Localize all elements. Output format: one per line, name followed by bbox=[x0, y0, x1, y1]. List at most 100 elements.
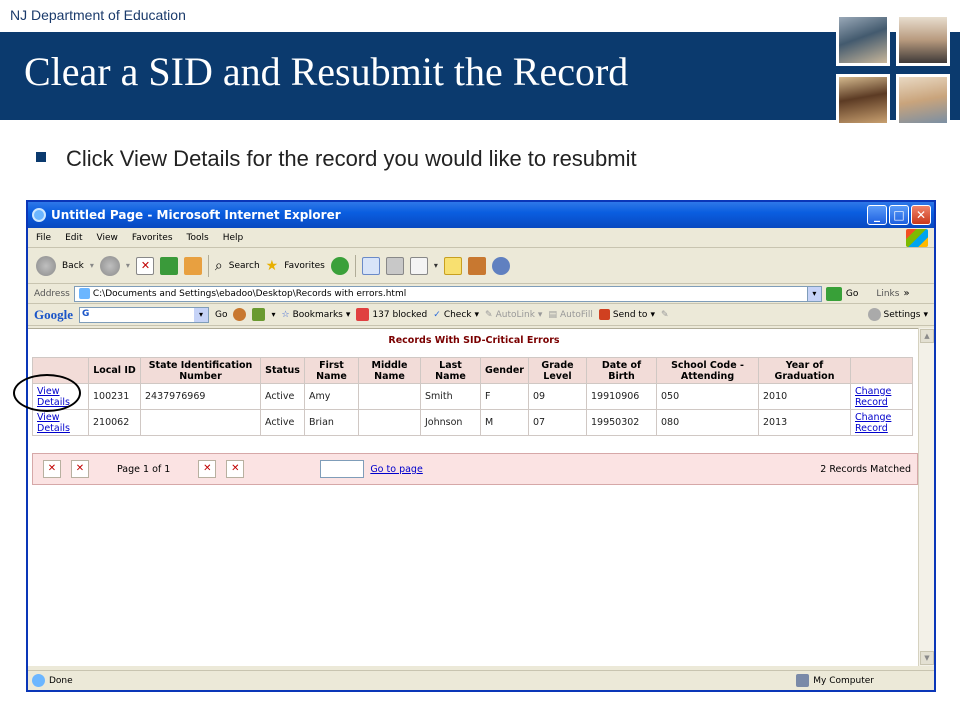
edit-dropdown-icon[interactable]: ▾ bbox=[434, 261, 438, 270]
col-header-last-name: Last Name bbox=[420, 357, 481, 384]
research-icon[interactable] bbox=[467, 256, 486, 275]
page-number-input[interactable] bbox=[320, 460, 365, 478]
scroll-up-icon[interactable]: ▲ bbox=[920, 329, 934, 343]
instruction-bullet: Click View Details for the record you wo… bbox=[36, 146, 637, 172]
highlight-icon[interactable]: ✎ bbox=[661, 310, 669, 320]
status-text: Done bbox=[49, 675, 73, 686]
photo-people-3 bbox=[836, 74, 890, 126]
minimize-button[interactable]: _ bbox=[867, 205, 887, 225]
scroll-down-icon[interactable]: ▼ bbox=[920, 651, 934, 665]
menu-edit[interactable]: Edit bbox=[65, 233, 82, 243]
back-button-label[interactable]: Back bbox=[62, 261, 84, 271]
table-header-row: Local ID State Identification Number Sta… bbox=[32, 357, 913, 384]
go-arrow-icon[interactable] bbox=[825, 286, 842, 301]
cell-gender: M bbox=[480, 409, 529, 436]
grid-title: Records With SID-Critical Errors bbox=[388, 335, 560, 346]
autolink-button[interactable]: ✎ AutoLink ▾ bbox=[485, 310, 542, 320]
vertical-scrollbar[interactable]: ▲ ▼ bbox=[918, 328, 934, 666]
links-label[interactable]: Links bbox=[876, 289, 899, 299]
news-icon[interactable] bbox=[252, 308, 266, 321]
status-bar: Done My Computer bbox=[28, 670, 934, 690]
prev-page-icon[interactable]: ✕ bbox=[71, 460, 89, 478]
change-record-label[interactable]: Change Record bbox=[855, 386, 891, 408]
settings-label: Settings bbox=[883, 309, 921, 320]
back-arrow-icon[interactable] bbox=[36, 255, 56, 276]
forward-dropdown-icon[interactable]: ▾ bbox=[126, 261, 130, 270]
change-record-label[interactable]: Change Record bbox=[855, 412, 891, 434]
discuss-icon[interactable] bbox=[443, 256, 462, 275]
send-to-label: Send to bbox=[612, 309, 648, 320]
menu-favorites[interactable]: Favorites bbox=[132, 233, 173, 243]
autofill-label: AutoFill bbox=[559, 309, 593, 320]
first-page-icon[interactable]: ✕ bbox=[43, 460, 61, 478]
favorites-star-icon[interactable]: ★ bbox=[266, 258, 279, 274]
options-dropdown-icon[interactable]: ▾ bbox=[271, 310, 275, 319]
go-button-label[interactable]: Go bbox=[846, 289, 858, 299]
bookmarks-button[interactable]: ☆ Bookmarks ▾ bbox=[282, 310, 351, 320]
col-header-middle-name: Middle Name bbox=[358, 357, 421, 384]
address-input[interactable]: C:\Documents and Settings\ebadoo\Desktop… bbox=[73, 285, 822, 302]
refresh-icon[interactable] bbox=[159, 256, 178, 275]
history-icon[interactable] bbox=[330, 256, 349, 275]
photo-collage bbox=[836, 14, 954, 130]
view-details-label[interactable]: View Details bbox=[37, 412, 70, 434]
settings-gear-icon bbox=[867, 308, 881, 321]
menu-tools[interactable]: Tools bbox=[187, 233, 209, 243]
print-icon[interactable] bbox=[385, 256, 404, 275]
chevron-right-icon[interactable]: » bbox=[903, 288, 909, 299]
view-details-link[interactable]: View Details bbox=[32, 409, 89, 436]
popup-blocker-button[interactable]: 137 blocked bbox=[356, 308, 427, 321]
google-go-label: Go bbox=[215, 309, 228, 320]
table-row: View Details 100231 2437976969 Active Am… bbox=[32, 383, 913, 410]
cell-dob: 19910906 bbox=[586, 383, 657, 410]
back-dropdown-icon[interactable]: ▾ bbox=[90, 261, 94, 270]
close-button[interactable]: ✕ bbox=[911, 205, 931, 225]
send-to-icon bbox=[598, 309, 610, 320]
records-table: Local ID State Identification Number Sta… bbox=[32, 357, 913, 436]
bookmarks-label: Bookmarks bbox=[292, 309, 343, 320]
cell-first-name: Amy bbox=[304, 383, 359, 410]
edit-icon[interactable] bbox=[409, 256, 428, 275]
settings-button[interactable]: Settings ▾ bbox=[867, 308, 928, 321]
spellcheck-button[interactable]: ✓ Check ▾ bbox=[433, 310, 479, 320]
cell-sid bbox=[140, 409, 261, 436]
change-record-link[interactable]: Change Record bbox=[850, 383, 913, 410]
col-header-gender: Gender bbox=[480, 357, 529, 384]
stop-icon[interactable] bbox=[135, 256, 154, 275]
home-icon[interactable] bbox=[183, 256, 202, 275]
bookmark-star-icon: ☆ bbox=[281, 309, 290, 320]
cell-school: 080 bbox=[656, 409, 759, 436]
search-icon[interactable]: ⌕ bbox=[215, 258, 223, 274]
mail-icon[interactable] bbox=[361, 256, 380, 275]
maximize-button[interactable]: □ bbox=[889, 205, 909, 225]
autofill-button[interactable]: ▤ AutoFill bbox=[548, 310, 592, 320]
menu-help[interactable]: Help bbox=[223, 233, 244, 243]
favorites-button-label[interactable]: Favorites bbox=[284, 261, 325, 271]
col-header-status: Status bbox=[260, 357, 305, 384]
autolink-label: AutoLink bbox=[495, 309, 535, 320]
table-row: View Details 210062 Active Brian Johnson… bbox=[32, 409, 913, 436]
bookmarks-dropdown-icon: ▾ bbox=[345, 309, 351, 320]
change-record-link[interactable]: Change Record bbox=[850, 409, 913, 436]
page-indicator: Page 1 of 1 bbox=[117, 463, 171, 475]
google-search-input[interactable]: G ▾ bbox=[79, 306, 209, 323]
go-to-page-link[interactable]: Go to page bbox=[370, 464, 422, 475]
forward-arrow-icon[interactable] bbox=[99, 255, 120, 276]
messenger-icon[interactable] bbox=[491, 256, 510, 275]
cell-first-name: Brian bbox=[304, 409, 359, 436]
window-titlebar[interactable]: Untitled Page - Microsoft Internet Explo… bbox=[28, 202, 934, 228]
last-page-icon[interactable]: ✕ bbox=[226, 460, 245, 478]
search-button-label[interactable]: Search bbox=[229, 261, 260, 271]
address-dropdown-icon[interactable]: ▾ bbox=[806, 286, 821, 301]
pagerank-icon[interactable] bbox=[233, 308, 247, 321]
instruction-text: Click View Details for the record you wo… bbox=[66, 146, 637, 171]
autolink-icon: ✎ bbox=[485, 309, 493, 320]
menu-file[interactable]: File bbox=[36, 233, 51, 243]
google-go-button[interactable]: Go bbox=[215, 310, 227, 320]
spellcheck-icon: ✓ bbox=[433, 309, 441, 320]
google-search-dropdown-icon[interactable]: ▾ bbox=[194, 307, 208, 322]
menu-view[interactable]: View bbox=[97, 233, 118, 243]
send-to-button[interactable]: Send to ▾ bbox=[598, 309, 655, 320]
next-page-icon[interactable]: ✕ bbox=[198, 460, 217, 478]
popup-blocker-icon bbox=[356, 308, 370, 321]
